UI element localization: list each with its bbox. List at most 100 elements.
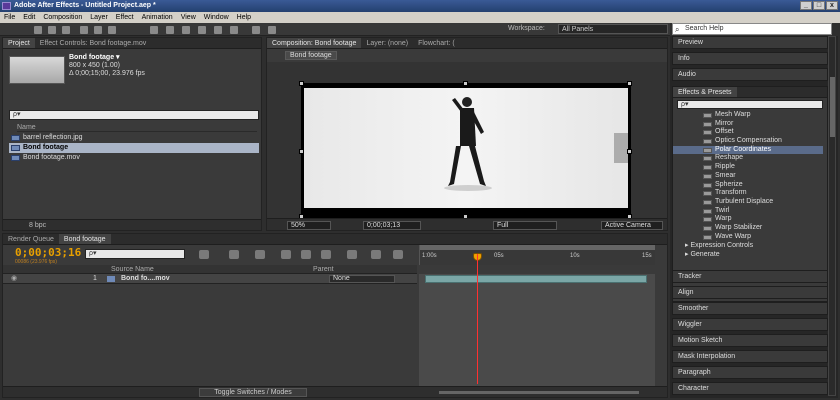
menu-edit[interactable]: Edit [23,12,35,23]
workspace-select[interactable]: All Panels [558,24,668,34]
timeline-zoom-slider[interactable] [439,391,639,394]
menu-layer[interactable]: Layer [90,12,108,23]
toggle-switches-modes-button[interactable]: Toggle Switches / Modes [199,388,307,397]
timeline-current-time[interactable]: 0;00;03;16 [15,246,81,259]
menu-view[interactable]: View [181,12,196,23]
parent-select[interactable]: None [329,275,395,283]
tab-composition[interactable]: Composition: Bond footage [267,38,362,48]
transform-handle[interactable] [463,81,468,86]
magnification-select[interactable]: 50% [287,221,331,230]
list-item[interactable]: Bond footage.mov [9,153,259,163]
menu-composition[interactable]: Composition [43,12,82,23]
menu-window[interactable]: Window [204,12,229,23]
roto-brush-tool-icon[interactable] [252,26,260,34]
shy-layers-icon[interactable] [281,250,291,259]
eraser-tool-icon[interactable] [230,26,238,34]
rotate-tool-icon[interactable] [80,26,88,34]
effect-item[interactable]: Ripple [673,163,823,172]
auto-keyframe-icon[interactable] [371,250,381,259]
draft-3d-icon[interactable] [255,250,265,259]
menu-help[interactable]: Help [237,12,251,23]
preview-panel[interactable]: Preview [672,36,828,49]
puppet-tool-icon[interactable] [268,26,276,34]
search-help-input[interactable]: ⌕ Search Help [672,23,832,35]
clone-stamp-tool-icon[interactable] [214,26,222,34]
audio-panel[interactable]: Audio [672,68,828,81]
list-item[interactable]: Bond footage [9,143,259,153]
character-panel[interactable]: Character [672,382,828,395]
info-panel[interactable]: Info [672,52,828,65]
effect-item[interactable]: Turbulent Displace [673,198,823,207]
pen-tool-icon[interactable] [166,26,174,34]
list-item[interactable]: barrel reflection.jpg [9,133,259,143]
transform-handle[interactable] [627,81,632,86]
current-time-indicator-line[interactable] [477,254,478,384]
effect-folder[interactable]: ▸ Expression Controls [673,241,823,250]
menu-animation[interactable]: Animation [142,12,173,23]
close-button[interactable]: x [826,1,838,10]
effect-item[interactable]: Warp Stabilizer [673,224,823,233]
effect-item[interactable]: Spherize [673,181,823,190]
work-area-bar[interactable] [420,245,655,250]
effect-item[interactable]: Mesh Warp [673,111,823,120]
project-item-name[interactable]: Bond footage ▾ [69,54,120,61]
effect-item[interactable]: Wave Warp [673,233,823,242]
parent-column[interactable]: Parent [313,265,334,274]
effects-search-input[interactable]: ρ▾ [677,100,823,109]
transform-handle[interactable] [299,149,304,154]
layer-duration-bar[interactable] [425,275,647,283]
composition-viewer[interactable] [267,62,667,219]
pan-behind-tool-icon[interactable] [108,26,116,34]
selection-tool-icon[interactable] [34,26,42,34]
tracker-panel[interactable]: Tracker [672,270,828,283]
effect-item[interactable]: Offset [673,128,823,137]
effect-item[interactable]: Polar Coordinates [673,145,823,155]
hand-tool-icon[interactable] [48,26,56,34]
transform-handle[interactable] [299,81,304,86]
composition-mini-flowchart-icon[interactable] [199,250,209,259]
effect-item[interactable]: Warp [673,215,823,224]
rectangle-tool-icon[interactable] [150,26,158,34]
minimize-button[interactable]: _ [800,1,812,10]
effect-item[interactable]: Transform [673,189,823,198]
paragraph-panel[interactable]: Paragraph [672,366,828,379]
right-panels-scrollbar[interactable] [828,36,836,396]
time-ruler[interactable]: 1:00s 05s 10s 15s [419,245,655,265]
effect-folder[interactable]: ▸ Generate [673,250,823,259]
type-tool-icon[interactable] [182,26,190,34]
wiggler-panel[interactable]: Wiggler [672,318,828,331]
motion-sketch-panel[interactable]: Motion Sketch [672,334,828,347]
tab-layer[interactable]: Layer: (none) [361,38,413,48]
effect-item[interactable]: Reshape [673,154,823,163]
project-search-input[interactable]: ρ▾ [9,110,259,120]
tab-flowchart[interactable]: Flowchart: ( [413,38,460,48]
source-name-column[interactable]: Source Name [111,265,154,274]
zoom-tool-icon[interactable] [62,26,70,34]
column-name-header[interactable]: Name [17,123,257,132]
motion-blur-icon[interactable] [321,250,331,259]
tab-effects-presets[interactable]: Effects & Presets [673,87,737,97]
timeline-search-input[interactable]: ρ▾ [85,249,185,259]
smoother-panel[interactable]: Smoother [672,302,828,315]
mask-interpolation-panel[interactable]: Mask Interpolation [672,350,828,363]
effect-item[interactable]: Mirror [673,120,823,129]
layer-name[interactable]: Bond fo....mov [121,274,170,284]
tab-bond-footage[interactable]: Bond footage [58,234,111,244]
camera-tool-icon[interactable] [94,26,102,34]
menu-effect[interactable]: Effect [116,12,134,23]
brainstorm-icon[interactable] [347,250,357,259]
maximize-button[interactable]: □ [813,1,825,10]
tab-project[interactable]: Project [3,38,35,48]
resolution-select[interactable]: Full [493,221,557,230]
timeline-track-area[interactable] [419,274,655,386]
graph-editor-icon[interactable] [393,250,403,259]
current-time-display[interactable]: 0;00;03;13 [363,221,421,230]
eye-icon[interactable]: ◉ [11,274,17,284]
frame-blending-icon[interactable] [301,250,311,259]
tab-effect-controls[interactable]: Effect Controls: Bond footage.mov [35,38,152,48]
live-update-icon[interactable] [229,250,239,259]
brush-tool-icon[interactable] [198,26,206,34]
scrollbar-thumb[interactable] [830,77,835,137]
effect-item[interactable]: Twirl [673,207,823,216]
menu-file[interactable]: File [4,12,15,23]
